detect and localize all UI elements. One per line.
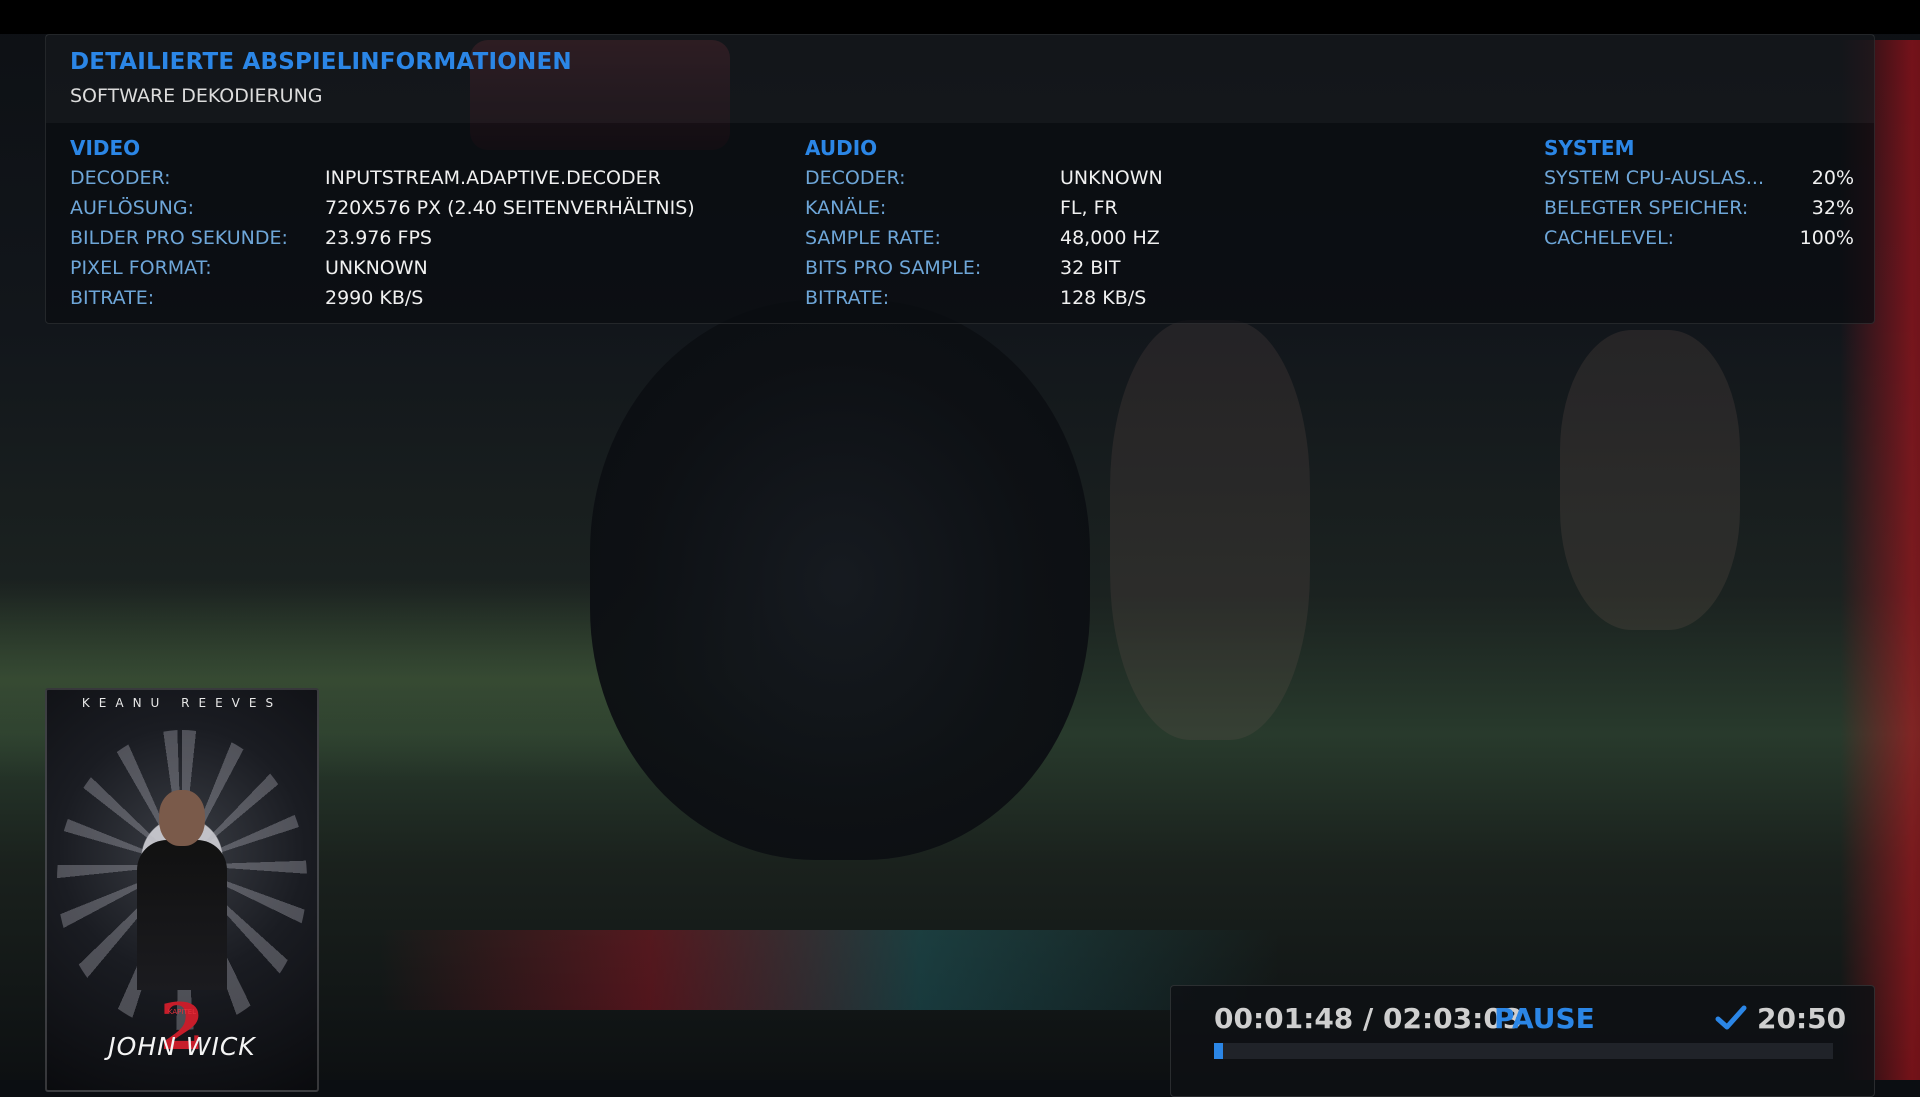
video-row: AUFLÖSUNG: 720X576 PX (2.40 SEITENVERHÄLT… (70, 193, 790, 223)
scene-figure (1560, 330, 1740, 630)
scene-wheel (590, 300, 1090, 860)
info-value: 32 BIT (1060, 257, 1121, 279)
info-value: UNKNOWN (325, 257, 428, 279)
playback-state: PAUSE (1494, 1002, 1595, 1035)
info-value: 32% (1811, 197, 1854, 219)
audio-row: KANÄLE: FL, FR (805, 193, 1425, 223)
video-heading: VIDEO (70, 136, 141, 160)
info-value: 23.976 FPS (325, 227, 432, 249)
check-icon (1715, 1005, 1747, 1030)
scene-figure (1110, 320, 1310, 740)
info-value: INPUTSTREAM.ADAPTIVE.DECODER (325, 167, 661, 189)
info-label: CACHELEVEL: (1544, 227, 1675, 249)
info-value: 2990 KB/S (325, 287, 424, 309)
panel-subtitle: SOFTWARE DEKODIERUNG (70, 85, 323, 107)
info-value: 20% (1811, 167, 1854, 189)
info-value: 100% (1799, 227, 1854, 249)
info-value: FL, FR (1060, 197, 1118, 219)
system-row: BELEGTER SPEICHER: 32% (1544, 193, 1854, 223)
video-row: BILDER PRO SEKUNDE: 23.976 FPS (70, 223, 790, 253)
audio-heading: AUDIO (805, 136, 878, 160)
info-value: 48,000 HZ (1060, 227, 1160, 249)
playback-info-panel: DETAILIERTE ABSPIELINFORMATIONEN SOFTWAR… (45, 34, 1875, 324)
audio-row: DECODER: UNKNOWN (805, 163, 1425, 193)
info-label: BILDER PRO SEKUNDE: (70, 227, 288, 249)
panel-title: DETAILIERTE ABSPIELINFORMATIONEN (70, 49, 572, 75)
info-label: DECODER: (70, 167, 171, 189)
audio-info-section: AUDIO DECODER: UNKNOWN KANÄLE: FL, FR SAMP… (805, 133, 1425, 313)
video-row: DECODER: INPUTSTREAM.ADAPTIVE.DECODER (70, 163, 790, 193)
info-value: UNKNOWN (1060, 167, 1163, 189)
audio-row: BITRATE: 128 KB/S (805, 283, 1425, 313)
audio-row: SAMPLE RATE: 48,000 HZ (805, 223, 1425, 253)
info-label: DECODER: (805, 167, 906, 189)
info-label: BITRATE: (70, 287, 155, 309)
system-row: SYSTEM CPU-AUSLAS... 20% (1544, 163, 1854, 193)
poster-figure-head (159, 790, 205, 846)
poster-kapitel: KAPITEL (167, 1008, 197, 1016)
movie-poster: KEANU REEVES 2 KAPITEL JOHN WICK (45, 688, 319, 1092)
info-label: SYSTEM CPU-AUSLAS... (1544, 167, 1765, 189)
info-label: BELEGTER SPEICHER: (1544, 197, 1749, 219)
poster-actor: KEANU REEVES (81, 696, 283, 710)
audio-row: BITS PRO SAMPLE: 32 BIT (805, 253, 1425, 283)
poster-title: JOHN WICK (108, 1032, 256, 1061)
info-value: 128 KB/S (1060, 287, 1147, 309)
letterbox-bar (0, 0, 1920, 34)
playback-osd: 00:01:48 / 02:03:03 PAUSE 20:50 (1170, 985, 1875, 1097)
poster-figure (137, 840, 227, 990)
info-label: PIXEL FORMAT: (70, 257, 212, 279)
info-label: BITS PRO SAMPLE: (805, 257, 982, 279)
video-row: PIXEL FORMAT: UNKNOWN (70, 253, 790, 283)
seek-bar-progress (1214, 1043, 1223, 1059)
info-label: BITRATE: (805, 287, 890, 309)
playback-time: 00:01:48 / 02:03:03 (1214, 1002, 1523, 1035)
system-row: CACHELEVEL: 100% (1544, 223, 1854, 253)
video-info-section: VIDEO DECODER: INPUTSTREAM.ADAPTIVE.DECOD… (70, 133, 790, 313)
clock: 20:50 (1757, 1002, 1847, 1035)
info-label: KANÄLE: (805, 197, 887, 219)
video-row: BITRATE: 2990 KB/S (70, 283, 790, 313)
info-label: AUFLÖSUNG: (70, 197, 195, 219)
system-heading: SYSTEM (1544, 136, 1635, 160)
system-info-section: SYSTEM SYSTEM CPU-AUSLAS... 20% BELEGTER … (1544, 133, 1854, 253)
seek-bar[interactable] (1214, 1043, 1833, 1059)
scene-reflection (380, 930, 1280, 1010)
info-label: SAMPLE RATE: (805, 227, 941, 249)
info-value: 720X576 PX (2.40 SEITENVERHÄLTNIS) (325, 197, 695, 219)
